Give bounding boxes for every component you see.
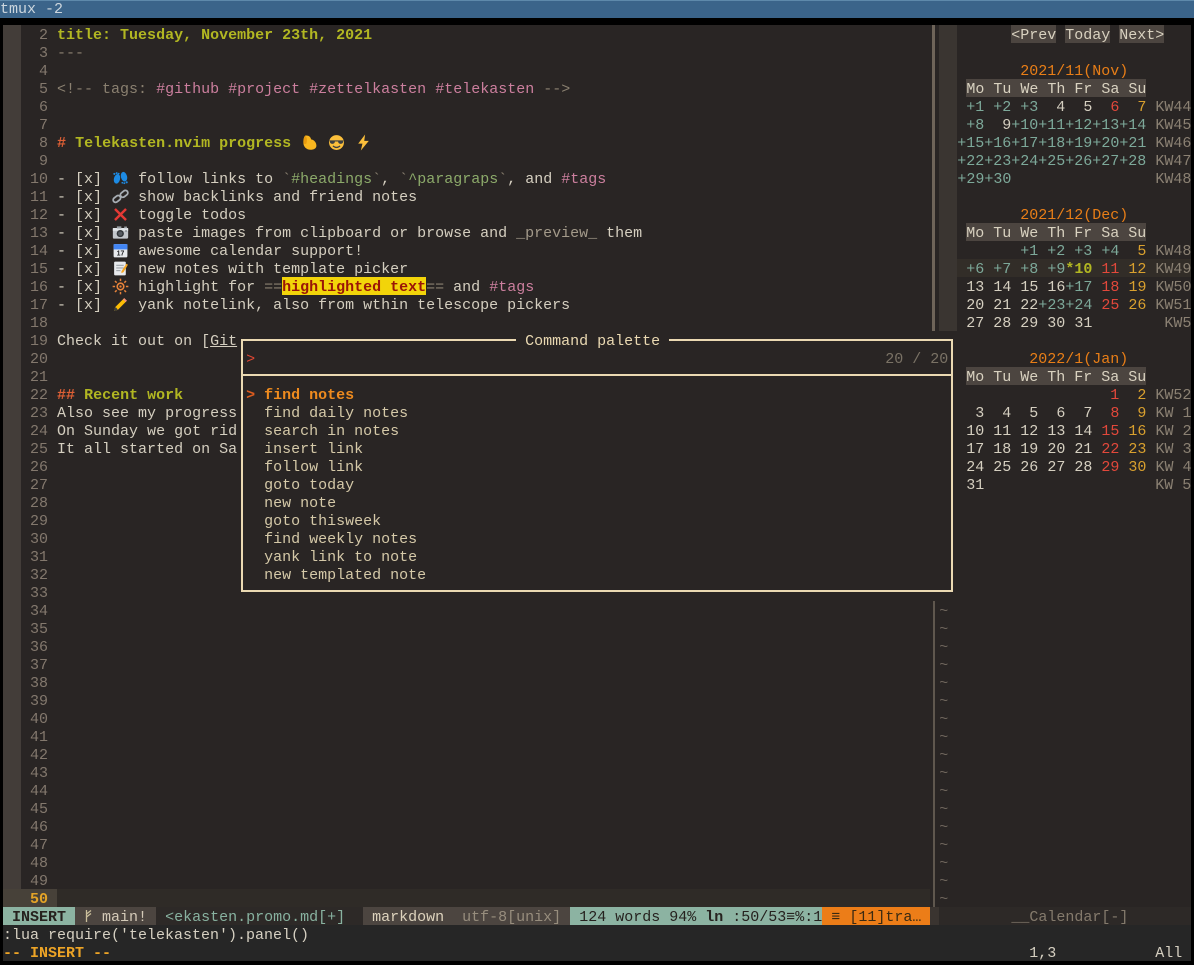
svg-text:17: 17	[117, 250, 125, 257]
